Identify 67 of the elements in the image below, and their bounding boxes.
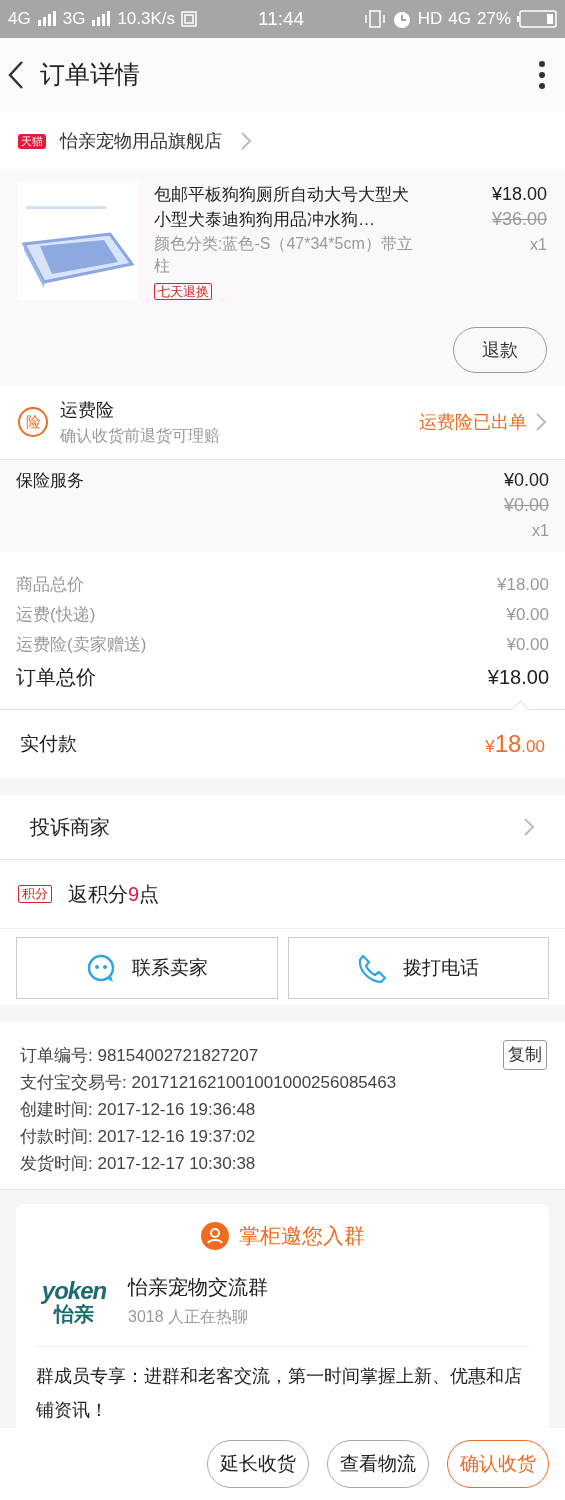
contact-seller-button[interactable]: 联系卖家 xyxy=(16,937,278,999)
order-info-line: 创建时间: 2017-12-16 19:36:48 xyxy=(20,1099,256,1121)
group-name: 怡亲宠物交流群 xyxy=(128,1274,268,1300)
store-badge: 天猫 xyxy=(18,133,46,149)
chevron-icon xyxy=(535,412,547,432)
complaint-row[interactable]: 投诉商家 xyxy=(0,795,565,860)
more-icon xyxy=(539,61,545,89)
alarm-icon xyxy=(391,9,412,29)
clock: 11:44 xyxy=(258,6,305,31)
status-text: 10.3K/s xyxy=(117,8,176,31)
chat-icon xyxy=(85,953,116,983)
quantity: x1 xyxy=(532,521,549,541)
product-variant: 颜色分类:蓝色-S（47*34*5cm）带立柱 xyxy=(154,234,414,276)
vibrate-icon xyxy=(363,10,386,28)
paid-label: 实付款 xyxy=(20,731,77,756)
summary-value: ¥0.00 xyxy=(506,604,549,627)
total-label: 订单总价 xyxy=(16,665,96,690)
status-text: 4G xyxy=(8,8,31,31)
order-info-line: 订单编号: 98154002721827207 xyxy=(20,1045,259,1067)
action-button[interactable]: 查看物流 xyxy=(327,1440,429,1488)
group-description: 群成员专享：进群和老客交流，第一时间掌握上新、优惠和店铺资讯！ xyxy=(36,1364,523,1422)
group-icon xyxy=(200,1221,229,1250)
quantity: x1 xyxy=(530,235,547,255)
battery-icon xyxy=(517,10,557,28)
member-count: 3018 人正在热聊 xyxy=(128,1306,250,1327)
brand-logo: yoken 怡亲 xyxy=(40,1278,108,1325)
group-invite-title: 掌柜邀您入群 xyxy=(238,1223,365,1249)
order-info-line: 发货时间: 2017-12-17 10:30:38 xyxy=(20,1153,256,1175)
original-price: ¥36.00 xyxy=(491,208,547,231)
paid-amount: ¥18.00 xyxy=(485,729,545,759)
summary-label: 运费险(卖家赠送) xyxy=(16,634,147,657)
points-badge: 积分 xyxy=(18,885,52,903)
order-info-line: 支付宝交易号: 2017121621001001000256085463 xyxy=(20,1072,397,1094)
insurance-subtitle: 确认收货前退货可理赔 xyxy=(60,425,220,446)
status-text: HD xyxy=(417,8,443,31)
summary-label: 运费(快递) xyxy=(16,604,96,627)
copy-button[interactable]: 复制 xyxy=(503,1040,547,1070)
refund-button[interactable]: 退款 xyxy=(453,327,547,373)
chevron-icon xyxy=(523,817,535,837)
insurance-title: 运费险 xyxy=(60,398,115,422)
points-text: 返积分9点 xyxy=(68,882,160,907)
store-row[interactable]: 天猫 怡亲宠物用品旗舰店 xyxy=(0,112,565,170)
insurance-badge: 险 xyxy=(18,407,48,437)
service-price: ¥0.00 xyxy=(503,469,549,492)
action-button[interactable]: 延长收货 xyxy=(207,1440,309,1488)
notification-icon xyxy=(181,11,198,27)
status-text: 3G xyxy=(62,8,86,31)
return-policy-tag: 七天退换 xyxy=(154,283,212,300)
back-icon xyxy=(8,60,24,90)
original-price: ¥0.00 xyxy=(503,494,549,517)
summary-label: 商品总价 xyxy=(16,574,84,597)
call-button[interactable]: 拨打电话 xyxy=(287,937,549,999)
service-title: 保险服务 xyxy=(16,470,84,492)
summary-value: ¥18.00 xyxy=(497,574,549,597)
product-price: ¥18.00 xyxy=(491,183,547,206)
store-name: 怡亲宠物用品旗舰店 xyxy=(60,129,222,153)
status-text: 27% xyxy=(476,8,511,31)
signal-icon xyxy=(36,11,57,27)
phone-icon xyxy=(357,953,388,983)
total-value: ¥18.00 xyxy=(487,665,549,690)
status-text: 4G xyxy=(448,8,471,31)
product-title[interactable]: 包邮平板狗狗厕所自动大号大型犬小型犬泰迪狗狗用品冲水狗… xyxy=(154,182,424,232)
summary-value: ¥0.00 xyxy=(506,634,549,657)
chevron-icon xyxy=(240,131,252,151)
page-title: 订单详情 xyxy=(40,59,140,91)
order-info-line: 付款时间: 2017-12-16 19:37:02 xyxy=(20,1126,256,1148)
signal-icon xyxy=(91,11,112,27)
